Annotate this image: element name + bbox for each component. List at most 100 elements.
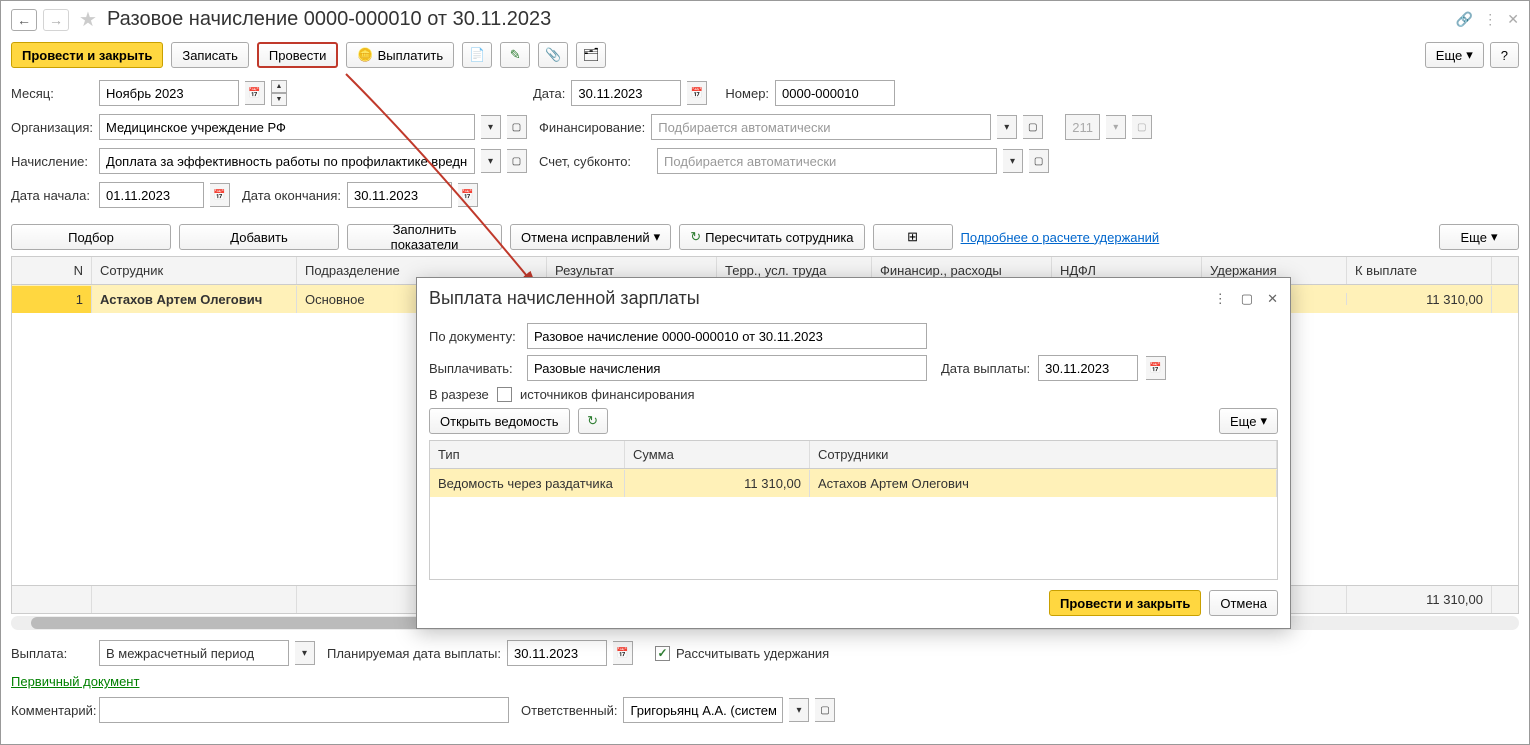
dropdown-icon[interactable]: ▾ xyxy=(295,641,315,665)
kebab-icon[interactable]: ⋮ xyxy=(1483,11,1497,28)
modal-pay-label: Выплачивать: xyxy=(429,361,519,376)
modal-cell-sum: 11 310,00 xyxy=(625,470,810,497)
payment-label: Выплата: xyxy=(11,646,93,661)
fill-indicators-button[interactable]: Заполнить показатели xyxy=(347,224,502,250)
report-icon-button[interactable]: 📄 xyxy=(462,42,492,68)
account-input[interactable]: Подбирается автоматически xyxy=(657,148,997,174)
modal-title: Выплата начисленной зарплаты xyxy=(429,288,700,309)
payment-select[interactable]: В межрасчетный период xyxy=(99,640,289,666)
calc-holdings-checkbox[interactable] xyxy=(655,646,670,661)
open-icon[interactable]: ▢ xyxy=(507,149,527,173)
calendar-icon[interactable]: 📅 xyxy=(613,641,633,665)
number-input[interactable] xyxy=(775,80,895,106)
month-up-button[interactable]: ▲ xyxy=(271,80,287,93)
modal-col-sum[interactable]: Сумма xyxy=(625,441,810,468)
start-date-label: Дата начала: xyxy=(11,188,93,203)
modal-refresh-button[interactable]: ↻ xyxy=(578,408,608,434)
end-date-input[interactable] xyxy=(347,182,452,208)
open-icon[interactable]: ▢ xyxy=(507,115,527,139)
modal-post-close-button[interactable]: Провести и закрыть xyxy=(1049,590,1201,616)
post-and-close-button[interactable]: Провести и закрыть xyxy=(11,42,163,68)
modal-col-type[interactable]: Тип xyxy=(430,441,625,468)
planned-date-label: Планируемая дата выплаты: xyxy=(327,646,501,661)
month-down-button[interactable]: ▼ xyxy=(271,93,287,106)
open-icon: ▢ xyxy=(1132,115,1152,139)
open-icon[interactable]: ▢ xyxy=(1023,115,1043,139)
add-button[interactable]: Добавить xyxy=(179,224,339,250)
edit-icon-button[interactable]: ✎ xyxy=(500,42,530,68)
write-button[interactable]: Записать xyxy=(171,42,249,68)
modal-maximize-icon[interactable]: ▢ xyxy=(1241,291,1253,307)
cancel-corrections-button[interactable]: Отмена исправлений ▾ xyxy=(510,224,671,250)
page-title: Разовое начисление 0000-000010 от 30.11.… xyxy=(107,8,551,31)
link-icon[interactable]: 🔗 xyxy=(1456,11,1473,28)
modal-kebab-icon[interactable]: ⋮ xyxy=(1214,291,1227,307)
col-header-employee[interactable]: Сотрудник xyxy=(92,257,297,284)
responsible-label: Ответственный: xyxy=(521,703,617,718)
modal-pay-input[interactable] xyxy=(527,355,927,381)
start-date-input[interactable] xyxy=(99,182,204,208)
primary-doc-link[interactable]: Первичный документ xyxy=(11,674,139,689)
modal-doc-label: По документу: xyxy=(429,329,519,344)
data-icon-button[interactable]: 🗂 xyxy=(576,42,606,68)
comment-input[interactable] xyxy=(99,697,509,723)
dropdown-icon[interactable]: ▾ xyxy=(481,115,501,139)
modal-close-icon[interactable]: ✕ xyxy=(1267,291,1278,307)
funding-input[interactable]: Подбирается автоматически xyxy=(651,114,991,140)
calendar-icon[interactable]: 📅 xyxy=(458,183,478,207)
planned-date-input[interactable] xyxy=(507,640,607,666)
modal-payments-table: Тип Сумма Сотрудники Ведомость через раз… xyxy=(429,440,1278,580)
modal-cancel-button[interactable]: Отмена xyxy=(1209,590,1278,616)
col-header-n[interactable]: N xyxy=(12,257,92,284)
modal-date-input[interactable] xyxy=(1038,355,1138,381)
nav-forward-button[interactable]: → xyxy=(43,9,69,31)
footer-to-pay: 11 310,00 xyxy=(1347,586,1492,613)
org-label: Организация: xyxy=(11,120,93,135)
modal-sources-label: источников финансирования xyxy=(520,387,695,402)
modal-col-employees[interactable]: Сотрудники xyxy=(810,441,1277,468)
nav-back-button[interactable]: ← xyxy=(11,9,37,31)
modal-table-row[interactable]: Ведомость через раздатчика 11 310,00 Аст… xyxy=(430,469,1277,497)
open-icon[interactable]: ▢ xyxy=(815,698,835,722)
modal-sources-checkbox[interactable] xyxy=(497,387,512,402)
accrual-input[interactable] xyxy=(99,148,475,174)
chevron-down-icon: ▾ xyxy=(654,229,661,245)
post-button[interactable]: Провести xyxy=(257,42,339,68)
details-link[interactable]: Подробнее о расчете удержаний xyxy=(961,230,1160,245)
more-button[interactable]: Еще ▾ xyxy=(1425,42,1484,68)
open-icon[interactable]: ▢ xyxy=(1029,149,1049,173)
number-label: Номер: xyxy=(725,86,769,101)
dropdown-icon[interactable]: ▾ xyxy=(1003,149,1023,173)
recalc-employee-button[interactable]: ↻ Пересчитать сотрудника xyxy=(679,224,864,250)
col-header-to-pay[interactable]: К выплате xyxy=(1347,257,1492,284)
table-settings-button[interactable]: ⊞ xyxy=(873,224,953,250)
responsible-input[interactable] xyxy=(623,697,783,723)
dropdown-icon[interactable]: ▾ xyxy=(997,115,1017,139)
dropdown-icon[interactable]: ▾ xyxy=(481,149,501,173)
calendar-icon[interactable]: 📅 xyxy=(245,81,265,105)
cell-to-pay: 11 310,00 xyxy=(1347,286,1492,313)
help-button[interactable]: ? xyxy=(1490,42,1519,68)
date-input[interactable] xyxy=(571,80,681,106)
chevron-down-icon: ▾ xyxy=(1491,229,1498,245)
pay-button[interactable]: 🪙Выплатить xyxy=(346,42,454,68)
payment-modal: Выплата начисленной зарплаты ⋮ ▢ ✕ По до… xyxy=(416,277,1291,629)
coin-icon: 🪙 xyxy=(357,47,373,63)
close-icon[interactable]: ✕ xyxy=(1507,11,1519,28)
calendar-icon[interactable]: 📅 xyxy=(210,183,230,207)
month-input[interactable] xyxy=(99,80,239,106)
table-more-button[interactable]: Еще ▾ xyxy=(1439,224,1519,250)
calendar-icon[interactable]: 📅 xyxy=(1146,356,1166,380)
modal-date-label: Дата выплаты: xyxy=(941,361,1030,376)
dropdown-icon[interactable]: ▾ xyxy=(789,698,809,722)
comment-label: Комментарий: xyxy=(11,703,93,718)
pick-button[interactable]: Подбор xyxy=(11,224,171,250)
org-input[interactable] xyxy=(99,114,475,140)
calendar-icon[interactable]: 📅 xyxy=(687,81,707,105)
open-sheet-button[interactable]: Открыть ведомость xyxy=(429,408,570,434)
dropdown-icon: ▾ xyxy=(1106,115,1126,139)
favorite-star-icon[interactable]: ★ xyxy=(79,7,97,32)
modal-more-button[interactable]: Еще ▾ xyxy=(1219,408,1278,434)
modal-doc-input[interactable] xyxy=(527,323,927,349)
attach-icon-button[interactable]: 📎 xyxy=(538,42,568,68)
